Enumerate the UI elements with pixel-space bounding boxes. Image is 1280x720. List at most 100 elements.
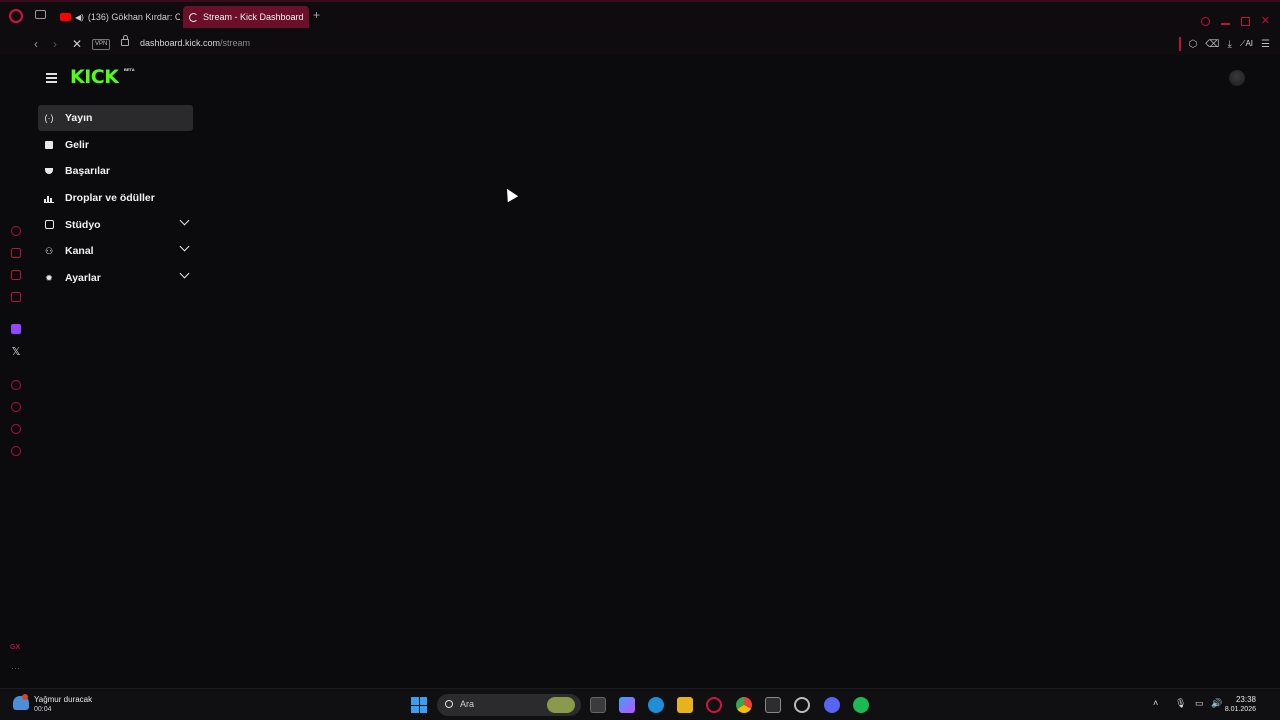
- vpn-badge[interactable]: VPN: [92, 39, 111, 50]
- tray-overflow-chevron-icon[interactable]: ˄: [1153, 698, 1158, 708]
- broadcast-icon: (·): [44, 113, 54, 123]
- url-host: dashboard.kick.com: [140, 38, 221, 48]
- opera-gx-taskbar-icon[interactable]: [706, 697, 722, 713]
- address-bar: ‹ › ✕ VPN dashboard.kick.com/stream ⬡ ⌫ …: [0, 33, 1280, 55]
- weather-alert-badge: [22, 694, 28, 700]
- toolbar-divider: [1178, 37, 1181, 51]
- twitch-icon[interactable]: [11, 324, 21, 334]
- lock-icon[interactable]: [121, 35, 129, 46]
- nav-item-droplar[interactable]: Droplar ve ödüller: [38, 185, 193, 211]
- close-button[interactable]: ✕: [1261, 16, 1270, 27]
- player-icon[interactable]: [11, 380, 21, 390]
- ai-label: AI: [1245, 39, 1254, 48]
- dashboard-sidebar-nav: (·) Yayın Gelir Başarılar Droplar ve ödü…: [38, 105, 193, 292]
- studio-icon: [44, 220, 54, 230]
- user-avatar[interactable]: [1229, 70, 1245, 86]
- history-icon[interactable]: [11, 402, 21, 412]
- beta-badge: BETA: [124, 67, 135, 72]
- search-icon: [445, 700, 453, 708]
- nav-item-kanal[interactable]: ⚇ Kanal: [38, 238, 193, 264]
- kick-logo[interactable]: KICK: [70, 66, 119, 88]
- x-twitter-icon[interactable]: 𝕏: [11, 347, 21, 358]
- file-explorer-icon[interactable]: [677, 697, 693, 713]
- youtube-icon: [60, 13, 71, 21]
- drops-chart-icon: [44, 193, 54, 203]
- tab-overview-icon[interactable]: [35, 10, 46, 19]
- menu-toggle-button[interactable]: [46, 73, 57, 85]
- tab-kick-dashboard[interactable]: Stream - Kick Dashboard: [183, 6, 309, 28]
- tab-youtube[interactable]: ◀) (136) Gökhan Kırdar: C: [54, 6, 180, 28]
- browser-tab-bar: ◀) (136) Gökhan Kırdar: C Stream - Kick …: [0, 0, 1280, 33]
- nav-item-label: Droplar ve ödüller: [65, 192, 155, 205]
- nav-item-label: Stüdyo: [65, 218, 101, 231]
- nav-item-label: Gelir: [65, 138, 89, 151]
- speaker-icon[interactable]: ◀): [75, 13, 84, 22]
- back-button[interactable]: ‹: [34, 37, 38, 51]
- download-icon[interactable]: ⤓: [1227, 39, 1231, 50]
- chevron-down-icon[interactable]: [179, 215, 190, 226]
- extensions-icon[interactable]: ⬡: [1189, 39, 1198, 50]
- microsoft-store-icon[interactable]: [765, 697, 781, 713]
- easy-setup-icon[interactable]: ☰: [1261, 39, 1270, 50]
- nav-item-label: Başarılar: [65, 165, 110, 178]
- bookmarks-icon[interactable]: [11, 292, 21, 302]
- tab-youtube-label: (136) Gökhan Kırdar: C: [87, 12, 180, 22]
- trophy-icon: [44, 166, 54, 176]
- chevron-down-icon[interactable]: [179, 241, 190, 252]
- windows-taskbar: Yağmur duracak 00:04 Ara ˄ 🎙 ▭ 🔊 23:38 8…: [0, 688, 1280, 720]
- task-view-icon[interactable]: [590, 697, 606, 713]
- aria-ai-button[interactable]: ⟋AI: [1240, 39, 1253, 49]
- window-controls: ✕: [1200, 16, 1270, 27]
- settings-gear-icon: ✹: [45, 272, 53, 283]
- nav-item-studyo[interactable]: Stüdyo: [38, 212, 193, 238]
- edge-icon[interactable]: [648, 697, 664, 713]
- minimize-button[interactable]: [1220, 23, 1230, 25]
- nav-item-label: Ayarlar: [65, 272, 101, 285]
- nav-item-ayarlar[interactable]: ✹ Ayarlar: [38, 265, 193, 291]
- extensions-sidebar-icon[interactable]: [11, 424, 21, 434]
- forward-button[interactable]: ›: [53, 37, 57, 51]
- chevron-down-icon[interactable]: [179, 268, 190, 279]
- microsoft-365-icon[interactable]: [619, 697, 635, 713]
- opera-sidebar: 𝕏 GX ···: [0, 55, 32, 688]
- taskbar-search[interactable]: Ara: [437, 694, 581, 716]
- weather-time: 00:04: [34, 706, 52, 713]
- tab-kick-label: Stream - Kick Dashboard: [203, 12, 304, 22]
- microphone-icon[interactable]: 🎙: [1175, 698, 1186, 709]
- nav-item-gelir[interactable]: Gelir: [38, 132, 193, 158]
- taskbar-clock-time[interactable]: 23:38: [1236, 695, 1256, 704]
- gx-control-icon[interactable]: [11, 248, 21, 258]
- network-icon[interactable]: ▭: [1195, 698, 1204, 709]
- taskbar-clock-date[interactable]: 8.01.2026: [1225, 706, 1256, 713]
- pinboard-icon[interactable]: ⌫: [1205, 39, 1219, 50]
- search-highlight-image: [547, 697, 575, 713]
- url-field[interactable]: dashboard.kick.com/stream: [140, 38, 250, 48]
- mouse-cursor-icon: [501, 185, 519, 203]
- gx-label: GX: [10, 644, 21, 651]
- settings-sidebar-icon[interactable]: [11, 446, 21, 456]
- discord-icon[interactable]: [824, 697, 840, 713]
- maximize-button[interactable]: [1240, 16, 1250, 26]
- channel-users-icon: ⚇: [44, 245, 54, 256]
- nav-item-basarilar[interactable]: Başarılar: [38, 158, 193, 184]
- stop-loading-button[interactable]: ✕: [72, 37, 82, 51]
- chrome-icon[interactable]: [736, 697, 752, 713]
- nav-item-yayin[interactable]: (·) Yayın: [38, 105, 193, 131]
- speed-dial-icon[interactable]: [11, 226, 21, 236]
- browser-toolbar: ⬡ ⌫ ⤓ ⟋AI ☰: [1178, 37, 1270, 51]
- tab-search-icon[interactable]: [1200, 16, 1210, 26]
- sidebar-more-icon[interactable]: ···: [11, 663, 20, 673]
- nav-item-label: Kanal: [65, 245, 94, 258]
- volume-icon[interactable]: 🔊: [1211, 698, 1222, 709]
- settings-app-icon[interactable]: [794, 697, 810, 713]
- search-label: Ara: [460, 699, 475, 709]
- opera-logo-icon[interactable]: [9, 9, 23, 23]
- start-button[interactable]: [411, 697, 427, 713]
- gx-corner-icon[interactable]: [11, 270, 21, 280]
- spotify-icon[interactable]: [853, 697, 869, 713]
- url-path: /stream: [220, 38, 251, 48]
- loading-spinner-icon: [189, 12, 198, 22]
- revenue-icon: [44, 140, 54, 150]
- weather-text[interactable]: Yağmur duracak: [34, 695, 92, 704]
- nav-item-label: Yayın: [65, 112, 93, 124]
